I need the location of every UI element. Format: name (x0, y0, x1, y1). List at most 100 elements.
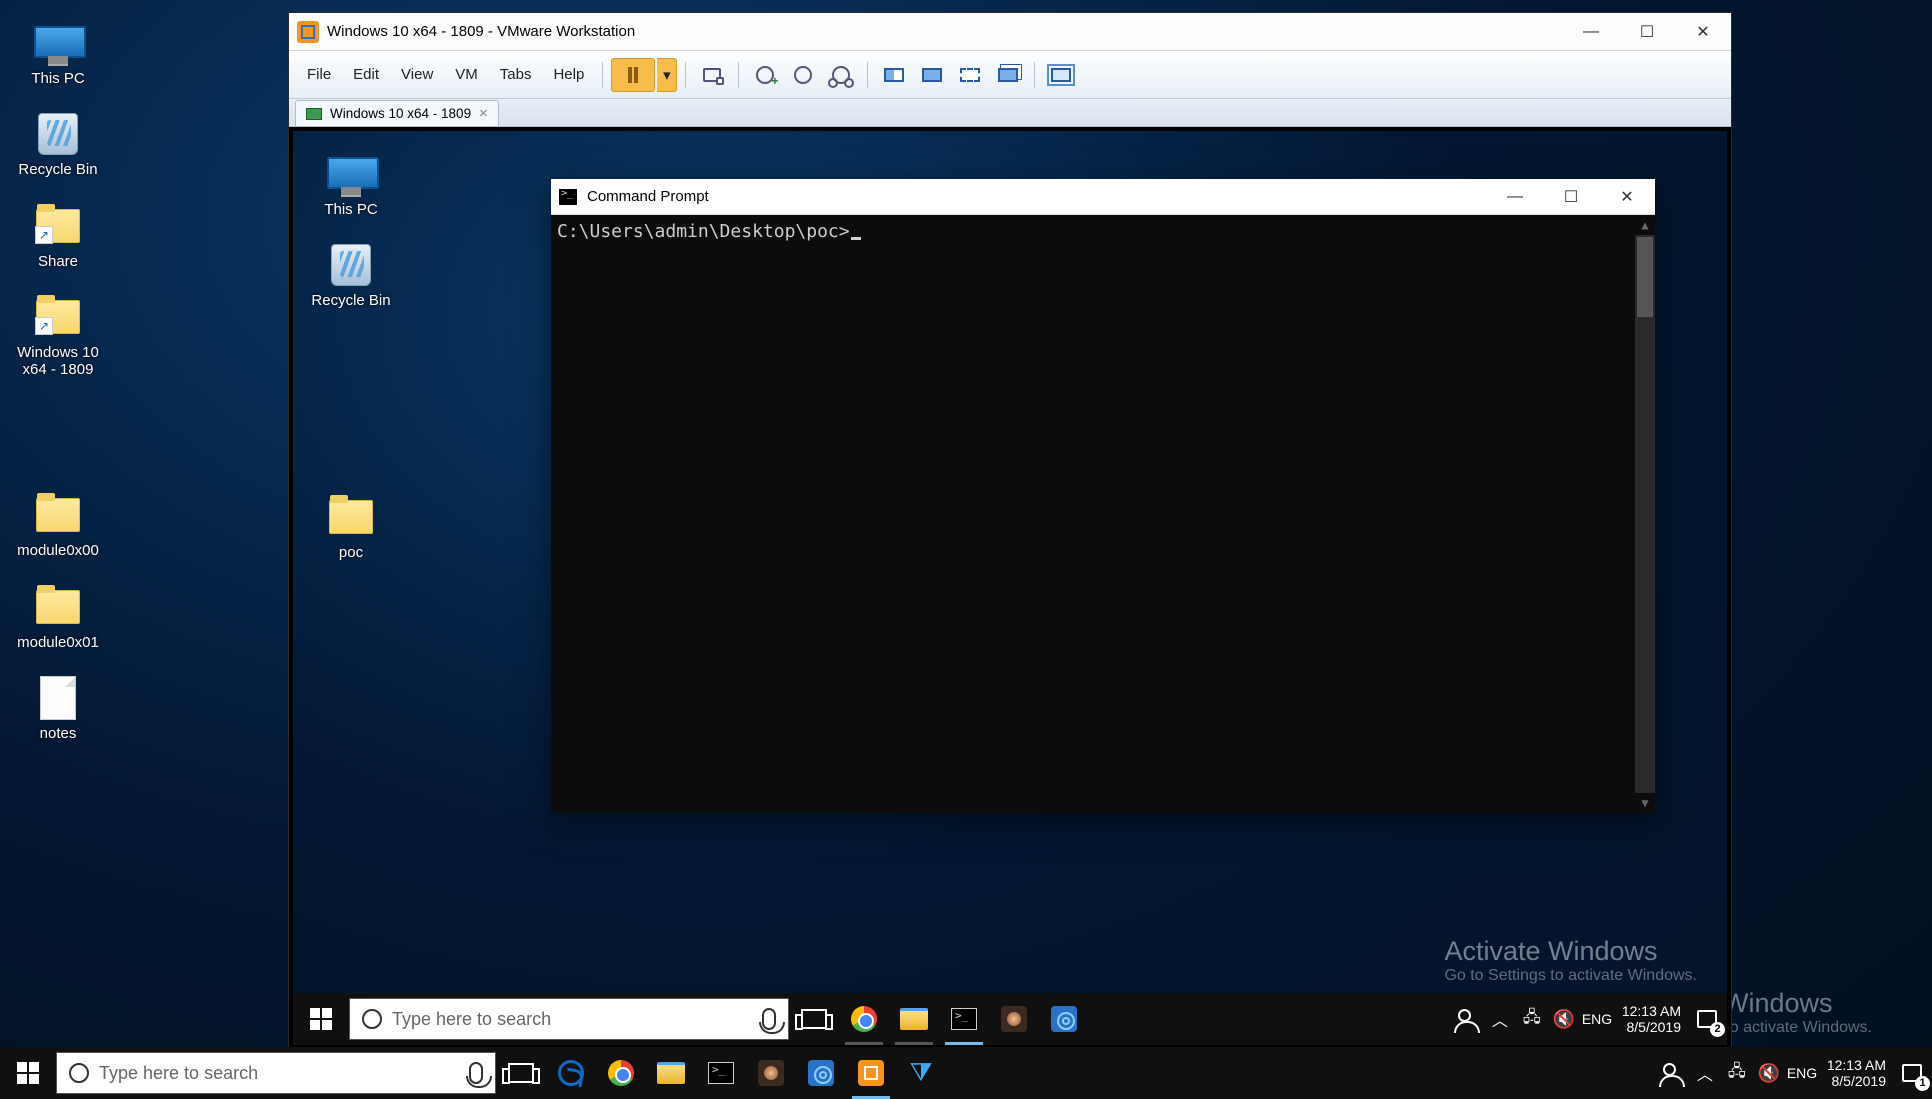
taskbar-app-windbg[interactable] (796, 1047, 846, 1099)
cmd-body[interactable]: C:\Users\admin\Desktop\poc> ▲ ▼ (551, 215, 1655, 813)
menu-vm[interactable]: VM (445, 62, 488, 87)
desktop-icon-windows10-vm[interactable]: Windows 10 x64 - 1809 (8, 292, 108, 379)
host-taskbar: Type here to search ⧩ ︿ 🖧 🔇 ENG 12:13 AM… (0, 1047, 1932, 1099)
cmd-scrollbar[interactable]: ▲ ▼ (1635, 215, 1655, 813)
menu-edit[interactable]: Edit (343, 62, 389, 87)
snapshot-take-button[interactable] (749, 59, 781, 91)
notification-count: 1 (1915, 1076, 1930, 1091)
microphone-icon[interactable] (469, 1062, 483, 1084)
taskbar-app-image[interactable] (989, 993, 1039, 1045)
maximize-button[interactable]: ☐ (1619, 13, 1675, 51)
taskbar-app-cmd[interactable] (696, 1047, 746, 1099)
desktop-icon-recycle-bin[interactable]: Recycle Bin (8, 109, 108, 178)
volume-icon[interactable]: 🔇 (1550, 1009, 1578, 1030)
people-button[interactable] (1659, 1063, 1687, 1083)
recycle-bin-icon (38, 113, 78, 155)
taskbar-app-vscode[interactable]: ⧩ (896, 1047, 946, 1099)
desktop-icon-notes[interactable]: notes (8, 673, 108, 742)
unity-button[interactable] (916, 59, 948, 91)
menu-help[interactable]: Help (543, 62, 594, 87)
taskbar-app-explorer[interactable] (889, 993, 939, 1045)
minimize-button[interactable]: — (1487, 178, 1543, 216)
scroll-up-button[interactable]: ▲ (1635, 215, 1655, 235)
desktop-icon-recycle-bin[interactable]: Recycle Bin (301, 240, 401, 309)
language-indicator[interactable]: ENG (1787, 1065, 1815, 1081)
activate-windows-watermark: Activate Windows Go to Settings to activ… (1444, 936, 1697, 985)
snapshot-revert-button[interactable] (787, 59, 819, 91)
desktop-icon-this-pc[interactable]: This PC (8, 18, 108, 87)
desktop-icon-label: module0x00 (8, 542, 108, 559)
vmware-workstation-window[interactable]: Windows 10 x64 - 1809 - VMware Workstati… (288, 12, 1732, 1050)
taskbar-search[interactable]: Type here to search (56, 1052, 496, 1094)
task-view-button[interactable] (496, 1047, 546, 1099)
folder-icon (36, 300, 80, 334)
menu-file[interactable]: File (297, 62, 341, 87)
desktop-icon-this-pc[interactable]: This PC (301, 149, 401, 218)
vmware-tabstrip: Windows 10 x64 - 1809 × (289, 99, 1731, 127)
multi-monitor-button[interactable] (992, 59, 1024, 91)
vm-viewport[interactable]: This PC Recycle Bin poc Activate Windows… (289, 127, 1731, 1049)
vmware-titlebar[interactable]: Windows 10 x64 - 1809 - VMware Workstati… (289, 13, 1731, 51)
snapshot-manager-button[interactable] (825, 59, 857, 91)
vm-tab-label: Windows 10 x64 - 1809 (330, 106, 471, 121)
taskbar-clock[interactable]: 12:13 AM 8/5/2019 (1819, 1057, 1894, 1089)
network-icon[interactable]: 🖧 (1723, 1060, 1751, 1087)
action-center-button[interactable]: 1 (1898, 1059, 1926, 1087)
volume-icon[interactable]: 🔇 (1755, 1063, 1783, 1084)
action-center-button[interactable]: 2 (1693, 1005, 1721, 1033)
windbg-icon (1051, 1006, 1077, 1032)
maximize-button[interactable]: ☐ (1543, 178, 1599, 216)
tab-close-button[interactable]: × (479, 105, 488, 122)
console-view-button[interactable] (954, 59, 986, 91)
taskbar-app-windbg[interactable] (1039, 993, 1089, 1045)
picture-icon (1001, 1006, 1027, 1032)
power-pause-button[interactable] (611, 58, 655, 92)
host-desktop-icons: This PC Recycle Bin Share Windows 10 x64… (8, 18, 108, 764)
desktop-icon-share[interactable]: Share (8, 201, 108, 270)
menu-view[interactable]: View (391, 62, 443, 87)
vm-tab[interactable]: Windows 10 x64 - 1809 × (295, 100, 499, 126)
command-prompt-window[interactable]: Command Prompt — ☐ ✕ C:\Users\admin\Desk… (551, 179, 1655, 813)
guest-desktop[interactable]: This PC Recycle Bin poc Activate Windows… (293, 131, 1727, 1045)
desktop-icon-module0x00[interactable]: module0x00 (8, 490, 108, 559)
taskbar-app-edge[interactable] (546, 1047, 596, 1099)
taskbar-app-cmd[interactable] (939, 993, 989, 1045)
tray-overflow-button[interactable]: ︿ (1486, 1007, 1514, 1031)
taskbar-app-explorer[interactable] (646, 1047, 696, 1099)
host-desktop[interactable]: This PC Recycle Bin Share Windows 10 x64… (0, 0, 1932, 1099)
menu-tabs[interactable]: Tabs (490, 62, 542, 87)
scroll-thumb[interactable] (1637, 237, 1653, 317)
cmd-titlebar[interactable]: Command Prompt — ☐ ✕ (551, 179, 1655, 215)
desktop-icon-label: module0x01 (8, 634, 108, 651)
taskbar-clock[interactable]: 12:13 AM 8/5/2019 (1614, 1003, 1689, 1035)
language-indicator[interactable]: ENG (1582, 1011, 1610, 1027)
taskbar-app-chrome[interactable] (596, 1047, 646, 1099)
thumbnail-view-button[interactable] (1045, 59, 1077, 91)
desktop-icon-poc[interactable]: poc (301, 492, 401, 561)
power-dropdown-button[interactable]: ▾ (657, 58, 677, 92)
clock-time: 12:13 AM (1827, 1057, 1886, 1073)
close-button[interactable]: ✕ (1675, 13, 1731, 51)
picture-icon (758, 1060, 784, 1086)
desktop-icon-module0x01[interactable]: module0x01 (8, 582, 108, 651)
people-button[interactable] (1454, 1009, 1482, 1029)
send-ctrl-alt-del-button[interactable] (696, 59, 728, 91)
desktop-icon-label: This PC (8, 70, 108, 87)
tray-overflow-button[interactable]: ︿ (1691, 1061, 1719, 1085)
minimize-button[interactable]: — (1563, 13, 1619, 51)
microphone-icon[interactable] (762, 1008, 776, 1030)
start-button[interactable] (0, 1047, 56, 1099)
close-button[interactable]: ✕ (1599, 178, 1655, 216)
taskbar-search[interactable]: Type here to search (349, 998, 789, 1040)
taskbar-app-vmware[interactable] (846, 1047, 896, 1099)
fullscreen-button[interactable] (878, 59, 910, 91)
vmware-icon (858, 1060, 884, 1086)
desktop-icon-label: Windows 10 x64 - 1809 (8, 344, 108, 379)
taskbar-app-image[interactable] (746, 1047, 796, 1099)
taskbar-app-chrome[interactable] (839, 993, 889, 1045)
network-icon[interactable]: 🖧 (1518, 1006, 1546, 1033)
start-button[interactable] (293, 993, 349, 1045)
task-view-button[interactable] (789, 993, 839, 1045)
desktop-icon-label: poc (301, 544, 401, 561)
scroll-down-button[interactable]: ▼ (1635, 793, 1655, 813)
